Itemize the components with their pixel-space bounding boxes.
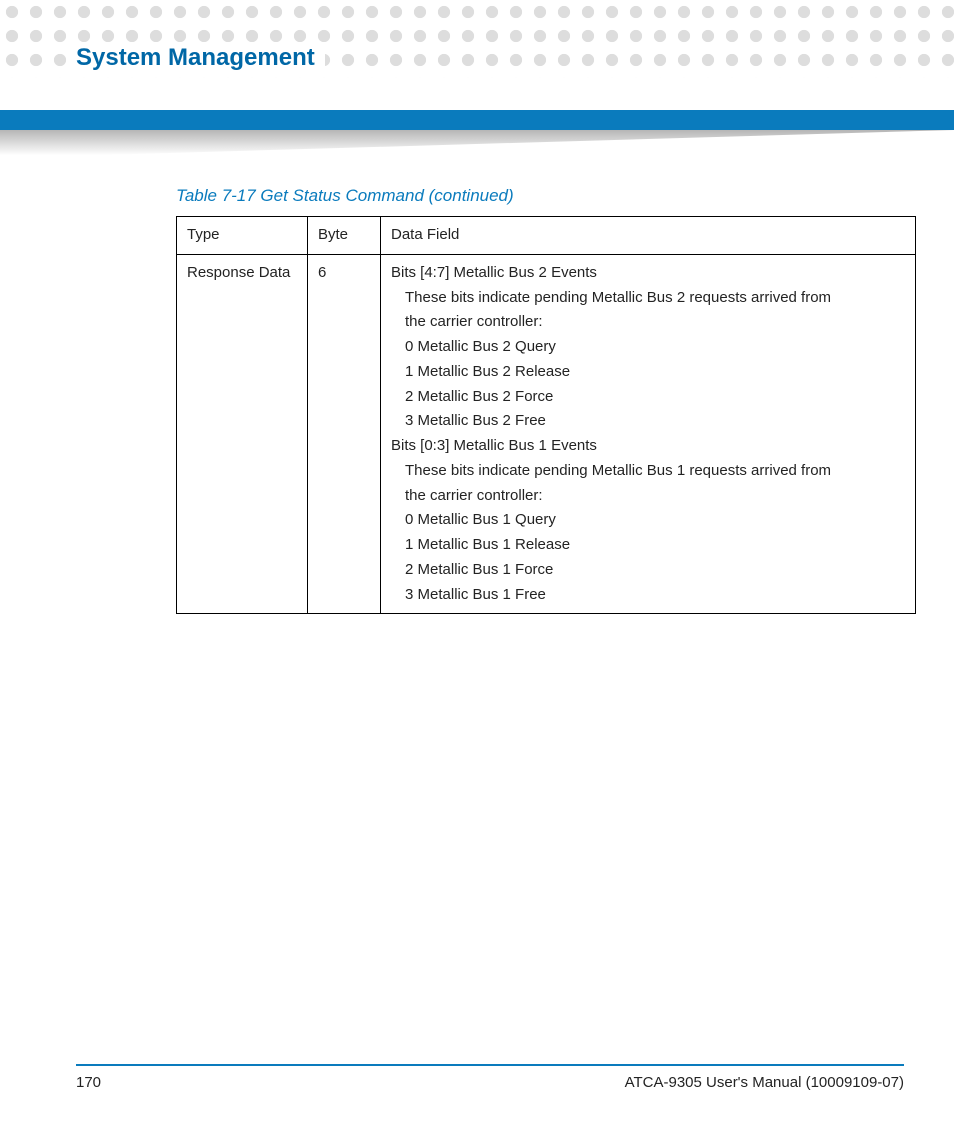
footer-rule: [76, 1064, 904, 1066]
bits-4-7-item-0: 0 Metallic Bus 2 Query: [391, 335, 905, 360]
table-header-datafield: Data Field: [381, 217, 916, 255]
bits-0-3-desc-line1: These bits indicate pending Metallic Bus…: [391, 459, 905, 484]
table-header-byte: Byte: [308, 217, 381, 255]
table-row: Response Data 6 Bits [4:7] Metallic Bus …: [177, 254, 916, 614]
bits-0-3-item-3: 3 Metallic Bus 1 Free: [391, 583, 905, 608]
bits-4-7-item-2: 2 Metallic Bus 2 Force: [391, 385, 905, 410]
bits-0-3-title: Bits [0:3] Metallic Bus 1 Events: [391, 434, 905, 459]
get-status-command-table: Type Byte Data Field Response Data 6 Bit…: [176, 216, 916, 614]
bits-4-7-item-3: 3 Metallic Bus 2 Free: [391, 409, 905, 434]
cell-byte: 6: [308, 254, 381, 614]
table-header-type: Type: [177, 217, 308, 255]
bits-4-7-title: Bits [4:7] Metallic Bus 2 Events: [391, 264, 597, 281]
bits-0-3-item-1: 1 Metallic Bus 1 Release: [391, 533, 905, 558]
bits-0-3-item-0: 0 Metallic Bus 1 Query: [391, 508, 905, 533]
manual-reference: ATCA-9305 User's Manual (10009109-07): [625, 1074, 904, 1091]
table-header-row: Type Byte Data Field: [177, 217, 916, 255]
bits-0-3-item-2: 2 Metallic Bus 1 Force: [391, 558, 905, 583]
cell-type: Response Data: [177, 254, 308, 614]
header-wedge-shadow: [0, 130, 954, 158]
page-footer: 170 ATCA-9305 User's Manual (10009109-07…: [76, 1064, 904, 1091]
table-caption: Table 7-17 Get Status Command (continued…: [176, 186, 904, 206]
bits-4-7-item-1: 1 Metallic Bus 2 Release: [391, 360, 905, 385]
cell-datafield: Bits [4:7] Metallic Bus 2 Events These b…: [381, 254, 916, 614]
bits-4-7-desc-line2: the carrier controller:: [391, 310, 905, 335]
content-area: Table 7-17 Get Status Command (continued…: [76, 186, 904, 614]
header-blue-bar: [0, 110, 954, 130]
page-title: System Management: [76, 42, 325, 74]
page-number: 170: [76, 1074, 101, 1091]
bits-4-7-desc-line1: These bits indicate pending Metallic Bus…: [391, 286, 905, 311]
bits-0-3-desc-line2: the carrier controller:: [391, 484, 905, 509]
